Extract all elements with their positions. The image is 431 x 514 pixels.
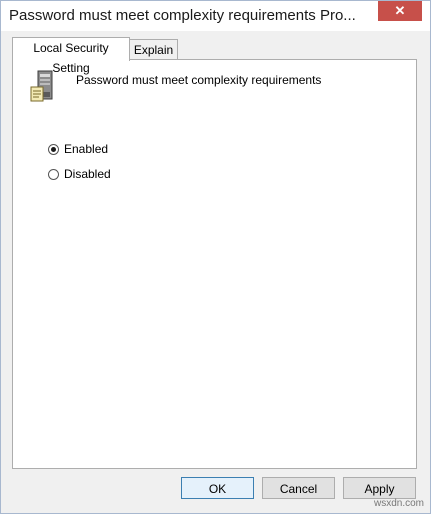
window-title: Password must meet complexity requiremen… bbox=[9, 7, 356, 24]
tab-explain[interactable]: Explain bbox=[129, 39, 178, 60]
policy-name: Password must meet complexity requiremen… bbox=[76, 73, 322, 87]
close-icon: ✕ bbox=[394, 3, 406, 18]
radio-label-enabled: Enabled bbox=[64, 142, 109, 156]
radio-option-disabled[interactable]: Disabled bbox=[48, 166, 111, 182]
tab-local-security-setting[interactable]: Local Security Setting bbox=[12, 37, 130, 75]
ok-button[interactable]: OK bbox=[181, 477, 254, 499]
radio-enabled[interactable] bbox=[48, 143, 59, 155]
watermark: wsxdn.com bbox=[373, 498, 424, 509]
local-security-setting-panel: Password must meet complexity requiremen… bbox=[12, 59, 417, 469]
cancel-button[interactable]: Cancel bbox=[262, 477, 335, 499]
apply-button[interactable]: Apply bbox=[343, 477, 416, 499]
properties-dialog: Password must meet complexity requiremen… bbox=[0, 0, 431, 514]
radio-label-disabled: Disabled bbox=[64, 167, 111, 181]
radio-disabled[interactable] bbox=[48, 168, 59, 180]
radio-option-enabled[interactable]: Enabled bbox=[48, 141, 108, 157]
close-button[interactable]: ✕ bbox=[378, 1, 422, 21]
title-bar: Password must meet complexity requiremen… bbox=[1, 1, 430, 31]
